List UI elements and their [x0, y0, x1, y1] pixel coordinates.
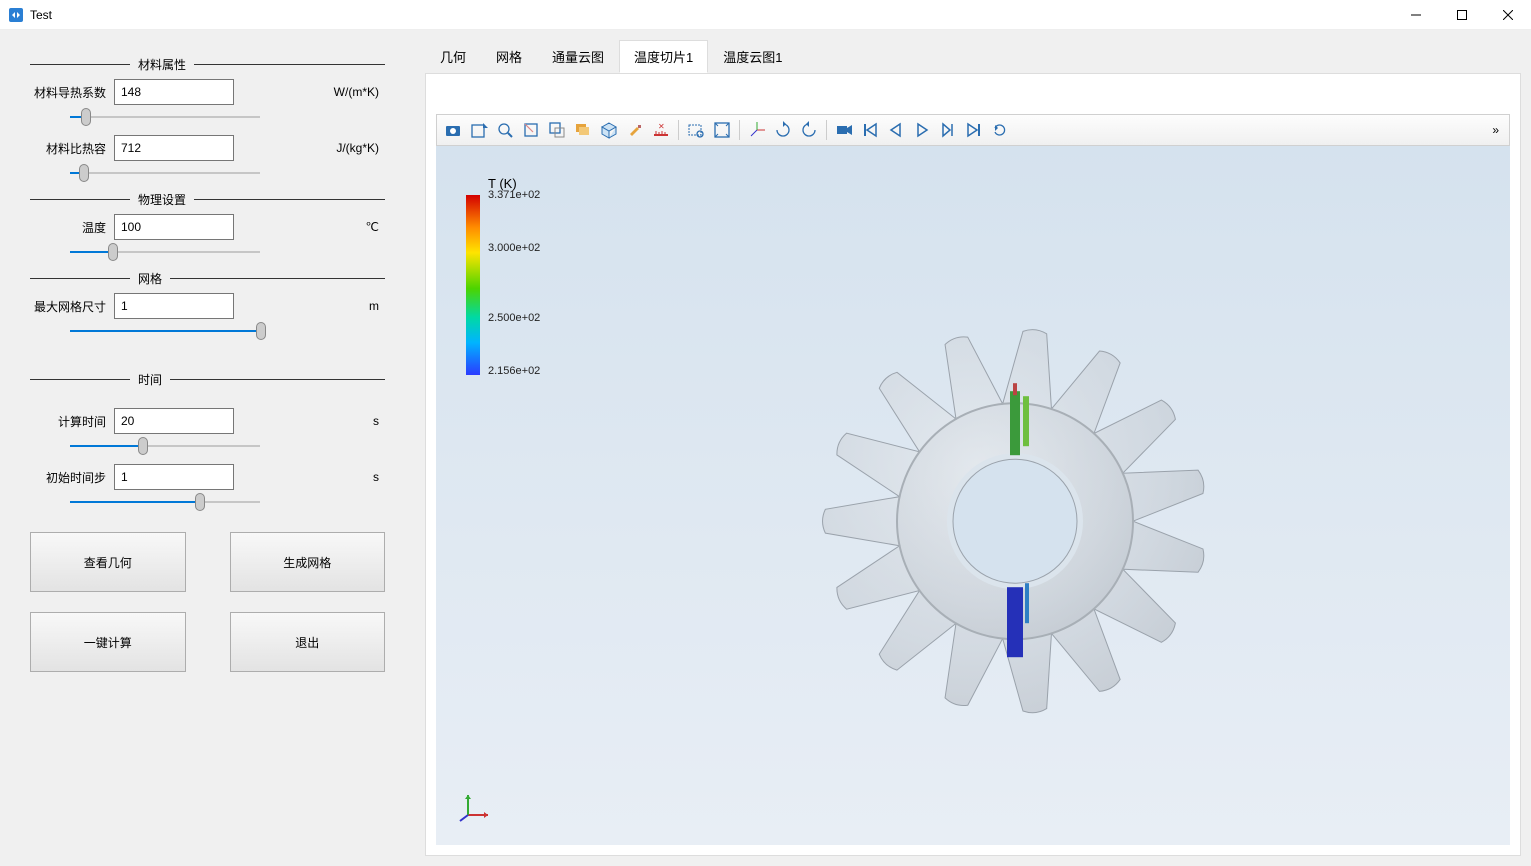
exit-button[interactable]: 退出 — [230, 612, 386, 672]
cube-light-icon[interactable] — [597, 118, 621, 142]
viewer-canvas[interactable]: T (K) 3.371e+023.000e+022.500e+022.156e+… — [436, 146, 1510, 845]
input-temperature[interactable] — [114, 214, 234, 240]
row-init-step: 初始时间步 s — [30, 464, 385, 490]
box-sub-icon[interactable] — [545, 118, 569, 142]
layers-icon[interactable] — [571, 118, 595, 142]
prev-icon[interactable] — [884, 118, 908, 142]
ccw-icon[interactable] — [797, 118, 821, 142]
legend-tick: 2.500e+02 — [488, 312, 540, 324]
play-icon[interactable] — [910, 118, 934, 142]
legend-ticks: 3.371e+023.000e+022.500e+022.156e+02 — [488, 195, 558, 375]
row-temperature: 温度 ℃ — [30, 214, 385, 240]
viewer-panel: ✕» T (K) 3.371e+023.000e+022.500e+022.15… — [425, 73, 1521, 856]
legend-tick: 3.371e+02 — [488, 189, 540, 201]
last-icon[interactable] — [962, 118, 986, 142]
slider-thermal-conductivity[interactable] — [70, 107, 260, 127]
minimize-button[interactable] — [1393, 0, 1439, 30]
export-icon[interactable] — [467, 118, 491, 142]
compute-button[interactable]: 一键计算 — [30, 612, 186, 672]
step-icon[interactable] — [936, 118, 960, 142]
row-compute-time: 计算时间 s — [30, 408, 385, 434]
tab-strip: 几何网格通量云图温度切片1温度云图1 — [415, 30, 1531, 73]
tab-2[interactable]: 通量云图 — [537, 40, 619, 73]
section-title: 网格 — [130, 270, 170, 287]
input-thermal-conductivity[interactable] — [114, 79, 234, 105]
rotate-axes-icon[interactable] — [745, 118, 769, 142]
section-title: 材料属性 — [130, 56, 194, 73]
window-title: Test — [30, 8, 52, 22]
generate-mesh-button[interactable]: 生成网格 — [230, 532, 386, 592]
titlebar-left: Test — [0, 7, 52, 23]
toolbar-separator — [678, 120, 679, 140]
toolbar-separator — [826, 120, 827, 140]
svg-text:✕: ✕ — [658, 122, 665, 131]
tab-1[interactable]: 网格 — [481, 40, 537, 73]
window-controls — [1393, 0, 1531, 30]
label-compute-time: 计算时间 — [30, 413, 114, 430]
maximize-button[interactable] — [1439, 0, 1485, 30]
row-max-mesh-size: 最大网格尺寸 m — [30, 293, 385, 319]
tab-0[interactable]: 几何 — [425, 40, 481, 73]
label-max-mesh-size: 最大网格尺寸 — [30, 298, 114, 315]
input-max-mesh-size[interactable] — [114, 293, 234, 319]
slider-init-step[interactable] — [70, 492, 260, 512]
axis-triad-icon — [458, 789, 494, 825]
viewer-toolbar: ✕» — [436, 114, 1510, 146]
section-header-time: 时间 — [30, 371, 385, 388]
slider-max-mesh-size[interactable] — [70, 321, 260, 341]
unit-thermal-conductivity: W/(m*K) — [334, 85, 385, 99]
sidebar: 材料属性 材料导热系数 W/(m*K) 材料比热容 J/(kg*K) 物理设置 … — [0, 30, 415, 866]
row-specific-heat: 材料比热容 J/(kg*K) — [30, 135, 385, 161]
input-init-step[interactable] — [114, 464, 234, 490]
view-geometry-button[interactable]: 查看几何 — [30, 532, 186, 592]
label-thermal-conductivity: 材料导热系数 — [30, 84, 114, 101]
legend-colorbar — [466, 195, 480, 375]
row-thermal-conductivity: 材料导热系数 W/(m*K) — [30, 79, 385, 105]
label-specific-heat: 材料比热容 — [30, 140, 114, 157]
color-legend: T (K) 3.371e+023.000e+022.500e+022.156e+… — [466, 176, 558, 375]
input-specific-heat[interactable] — [114, 135, 234, 161]
section-header-material: 材料属性 — [30, 56, 385, 73]
section-header-mesh: 网格 — [30, 270, 385, 287]
main-layout: 材料属性 材料导热系数 W/(m*K) 材料比热容 J/(kg*K) 物理设置 … — [0, 30, 1531, 866]
camera-icon[interactable] — [441, 118, 465, 142]
legend-tick: 2.156e+02 — [488, 365, 540, 377]
unit-init-step: s — [373, 470, 385, 484]
toolbar-separator — [739, 120, 740, 140]
marker-orange-icon[interactable] — [623, 118, 647, 142]
app-icon — [8, 7, 24, 23]
toolbar-overflow-button[interactable]: » — [1486, 123, 1505, 137]
selection-box-icon[interactable] — [519, 118, 543, 142]
unit-max-mesh-size: m — [369, 299, 385, 313]
section-title: 物理设置 — [130, 191, 194, 208]
unit-temperature: ℃ — [366, 220, 385, 234]
content-area: 几何网格通量云图温度切片1温度云图1 ✕» T (K) 3.371e+023.0… — [415, 30, 1531, 866]
legend-tick: 3.000e+02 — [488, 242, 540, 254]
fit-all-icon[interactable] — [710, 118, 734, 142]
loop-icon[interactable] — [988, 118, 1012, 142]
gear-visualization — [805, 311, 1225, 731]
slider-specific-heat[interactable] — [70, 163, 260, 183]
slider-compute-time[interactable] — [70, 436, 260, 456]
tab-3[interactable]: 温度切片1 — [619, 40, 708, 73]
ruler-red-icon[interactable]: ✕ — [649, 118, 673, 142]
section-header-physics: 物理设置 — [30, 191, 385, 208]
cw-icon[interactable] — [771, 118, 795, 142]
tab-4[interactable]: 温度云图1 — [708, 40, 797, 73]
section-title: 时间 — [130, 371, 170, 388]
label-init-step: 初始时间步 — [30, 469, 114, 486]
button-grid: 查看几何 生成网格 一键计算 退出 — [30, 532, 385, 672]
first-icon[interactable] — [858, 118, 882, 142]
zoom-rect-icon[interactable] — [684, 118, 708, 142]
unit-specific-heat: J/(kg*K) — [336, 141, 385, 155]
slider-temperature[interactable] — [70, 242, 260, 262]
unit-compute-time: s — [373, 414, 385, 428]
label-temperature: 温度 — [30, 219, 114, 236]
input-compute-time[interactable] — [114, 408, 234, 434]
titlebar: Test — [0, 0, 1531, 30]
zoom-icon[interactable] — [493, 118, 517, 142]
video-camera-icon[interactable] — [832, 118, 856, 142]
close-button[interactable] — [1485, 0, 1531, 30]
